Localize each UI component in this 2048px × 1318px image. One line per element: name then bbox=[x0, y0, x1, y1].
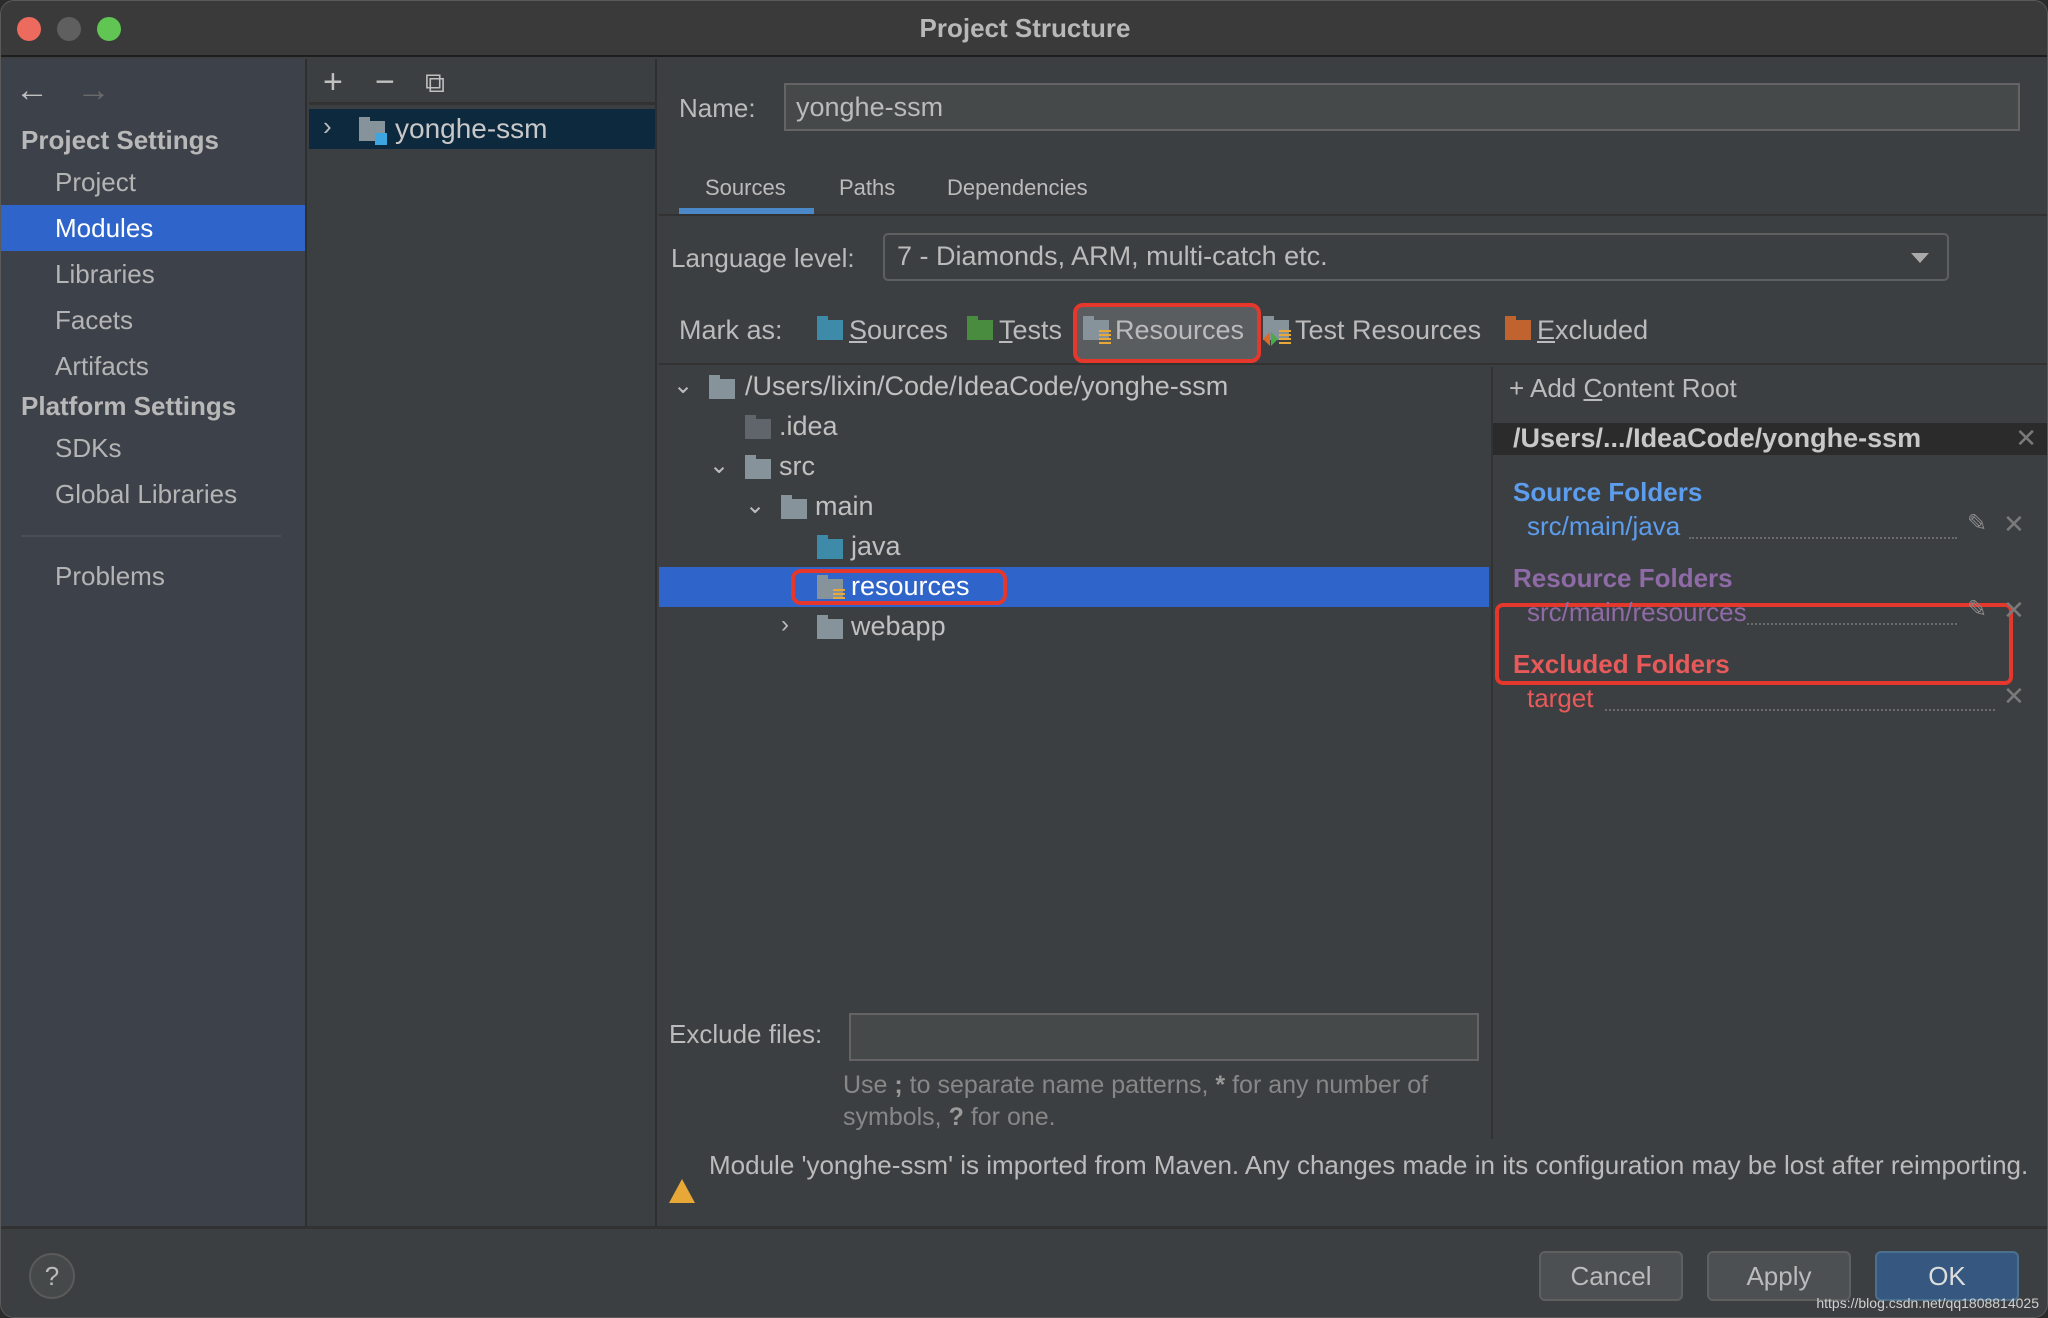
help-button[interactable]: ? bbox=[29, 1253, 75, 1299]
add-content-root-button[interactable]: + Add Content Root bbox=[1509, 373, 1737, 404]
warning-text: Module 'yonghe-ssm' is imported from Mav… bbox=[709, 1150, 2029, 1180]
module-name-input[interactable] bbox=[784, 83, 2020, 131]
resources-highlight-annotation bbox=[791, 569, 1007, 605]
dropdown-arrow-icon bbox=[1911, 253, 1929, 263]
exclude-files-label: Exclude files: bbox=[669, 1019, 823, 1049]
sidebar-item-problems[interactable]: Problems bbox=[1, 553, 305, 599]
watermark: https://blog.csdn.net/qq1808814025 bbox=[1816, 1295, 2039, 1311]
remove-resource-folder-icon[interactable]: ✕ bbox=[2003, 595, 2025, 626]
sidebar-divider bbox=[21, 535, 281, 537]
language-level-label: Language level: bbox=[671, 243, 855, 273]
excluded-folders-title: Excluded Folders bbox=[1513, 649, 1730, 679]
folder-icon bbox=[781, 495, 807, 519]
window-title: Project Structure bbox=[919, 13, 1131, 43]
remove-module-icon[interactable]: − bbox=[375, 63, 395, 102]
tab-sources[interactable]: Sources bbox=[705, 175, 786, 201]
excluded-folder-path[interactable]: target bbox=[1527, 683, 1594, 714]
expand-chevron-icon[interactable]: › bbox=[781, 611, 789, 639]
module-item-yonghe-ssm[interactable]: › yonghe-ssm bbox=[309, 109, 655, 149]
resource-folder-path[interactable]: src/main/resources bbox=[1527, 597, 1747, 628]
dialog-footer: ? Cancel Apply OK https://blog.csdn.net/… bbox=[1, 1226, 2047, 1317]
remove-source-folder-icon[interactable]: ✕ bbox=[2003, 509, 2025, 540]
source-folder-path[interactable]: src/main/java bbox=[1527, 511, 1680, 542]
tree-row-main[interactable]: ⌄ main bbox=[659, 487, 1489, 527]
module-toolbar: + − ⧉ bbox=[309, 59, 657, 105]
apply-button[interactable]: Apply bbox=[1707, 1251, 1851, 1301]
sidebar-item-modules[interactable]: Modules bbox=[1, 205, 305, 251]
excluded-folder-icon bbox=[1505, 316, 1531, 340]
tree-row-root[interactable]: ⌄ /Users/lixin/Code/IdeaCode/yonghe-ssm bbox=[659, 367, 1489, 407]
collapse-chevron-icon[interactable]: ⌄ bbox=[745, 491, 765, 520]
cancel-button[interactable]: Cancel bbox=[1539, 1251, 1683, 1301]
project-structure-window: Project Structure ← → Project Settings P… bbox=[0, 0, 2048, 1318]
edit-resource-folder-icon[interactable]: ✎ bbox=[1967, 595, 1987, 624]
module-list-panel: + − ⧉ › yonghe-ssm bbox=[309, 59, 657, 1227]
sources-folder-icon bbox=[817, 316, 843, 340]
tree-row-resources[interactable]: resources bbox=[659, 567, 1489, 607]
tree-row-idea[interactable]: .idea bbox=[659, 407, 1489, 447]
resources-folder-icon bbox=[1083, 316, 1111, 344]
project-settings-header: Project Settings bbox=[21, 125, 219, 155]
plus-icon: + bbox=[1509, 373, 1525, 403]
language-level-dropdown[interactable]: 7 - Diamonds, ARM, multi-catch etc. bbox=[883, 233, 1949, 281]
content-roots-panel: + Add Content Root /Users/.../IdeaCode/y… bbox=[1491, 367, 2047, 1139]
exclude-files-input[interactable] bbox=[849, 1013, 1479, 1061]
language-level-value: 7 - Diamonds, ARM, multi-catch etc. bbox=[897, 241, 1328, 271]
exclude-files-hint: Use ; to separate name patterns, * for a… bbox=[843, 1071, 1429, 1131]
content-root-path: /Users/.../IdeaCode/yonghe-ssm bbox=[1513, 423, 1922, 453]
folder-icon bbox=[709, 375, 735, 399]
collapse-chevron-icon[interactable]: ⌄ bbox=[673, 371, 693, 400]
sidebar-item-sdks[interactable]: SDKs bbox=[1, 425, 305, 471]
title-bar: Project Structure bbox=[1, 1, 2047, 57]
back-arrow-icon[interactable]: ← bbox=[15, 71, 49, 109]
name-label: Name: bbox=[679, 93, 756, 123]
ok-button[interactable]: OK bbox=[1875, 1251, 2019, 1301]
test-resources-folder-icon bbox=[1263, 316, 1291, 346]
copy-module-icon[interactable]: ⧉ bbox=[425, 67, 445, 100]
tree-row-webapp[interactable]: › webapp bbox=[659, 607, 1489, 647]
tree-row-java[interactable]: java bbox=[659, 527, 1489, 567]
mark-as-excluded-button[interactable]: Excluded bbox=[1505, 315, 1648, 346]
expand-chevron-icon[interactable]: › bbox=[323, 111, 332, 142]
content-root-tree: ⌄ /Users/lixin/Code/IdeaCode/yonghe-ssm … bbox=[659, 367, 1489, 1017]
settings-sidebar: ← → Project Settings Project Modules Lib… bbox=[1, 59, 307, 1227]
mark-as-toolbar: Mark as: Sources Tests Resources Test Re… bbox=[659, 299, 2047, 365]
collapse-chevron-icon[interactable]: ⌄ bbox=[709, 451, 729, 480]
source-folders-title: Source Folders bbox=[1513, 477, 1703, 507]
tab-dependencies[interactable]: Dependencies bbox=[947, 175, 1088, 201]
mark-as-tests-button[interactable]: Tests bbox=[967, 315, 1062, 346]
sidebar-item-global-libraries[interactable]: Global Libraries bbox=[1, 471, 305, 517]
edit-source-folder-icon[interactable]: ✎ bbox=[1967, 509, 1987, 538]
tabs-divider bbox=[659, 214, 2047, 216]
module-name: yonghe-ssm bbox=[395, 113, 548, 144]
mark-as-label: Mark as: bbox=[679, 315, 783, 345]
forward-arrow-icon[interactable]: → bbox=[76, 71, 110, 109]
folder-icon bbox=[745, 415, 771, 439]
mark-as-resources-button[interactable]: Resources bbox=[1083, 315, 1244, 346]
add-module-icon[interactable]: + bbox=[323, 63, 343, 102]
mark-as-sources-button[interactable]: Sources bbox=[817, 315, 948, 346]
resource-folders-title: Resource Folders bbox=[1513, 563, 1733, 593]
warning-icon bbox=[669, 1179, 695, 1203]
content-root-header: /Users/.../IdeaCode/yonghe-ssm ✕ bbox=[1493, 423, 2047, 455]
sidebar-item-facets[interactable]: Facets bbox=[1, 297, 305, 343]
remove-excluded-folder-icon[interactable]: ✕ bbox=[2003, 681, 2025, 712]
sidebar-item-project[interactable]: Project bbox=[1, 159, 305, 205]
remove-content-root-icon[interactable]: ✕ bbox=[2015, 423, 2037, 454]
folder-icon bbox=[745, 455, 771, 479]
platform-settings-header: Platform Settings bbox=[21, 391, 237, 421]
tree-row-src[interactable]: ⌄ src bbox=[659, 447, 1489, 487]
module-settings-panel: Name: Sources Paths Dependencies Languag… bbox=[659, 59, 2047, 1227]
mark-as-test-resources-button[interactable]: Test Resources bbox=[1263, 315, 1481, 346]
tests-folder-icon bbox=[967, 316, 993, 340]
folder-icon bbox=[817, 615, 843, 639]
sidebar-item-artifacts[interactable]: Artifacts bbox=[1, 343, 305, 389]
tab-paths[interactable]: Paths bbox=[839, 175, 895, 201]
module-folder-icon bbox=[359, 117, 387, 145]
sidebar-item-libraries[interactable]: Libraries bbox=[1, 251, 305, 297]
source-folder-icon bbox=[817, 535, 843, 559]
